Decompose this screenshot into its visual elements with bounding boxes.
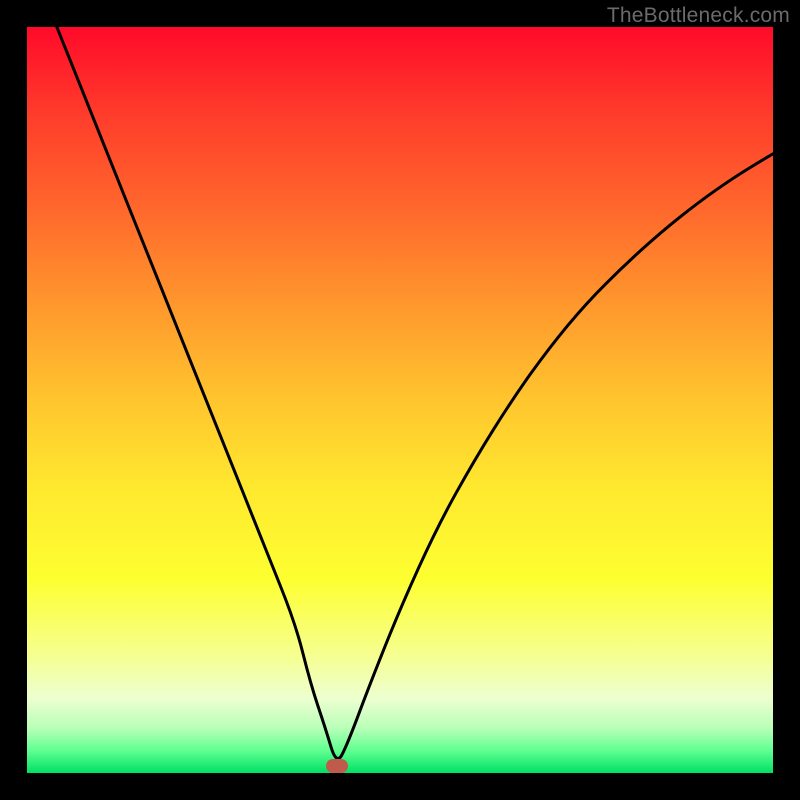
optimum-marker xyxy=(326,759,348,773)
plot-area xyxy=(27,27,773,773)
watermark-text: TheBottleneck.com xyxy=(607,4,790,28)
curve-svg xyxy=(27,27,773,773)
bottleneck-curve xyxy=(57,27,773,759)
chart-frame: TheBottleneck.com xyxy=(0,0,800,800)
